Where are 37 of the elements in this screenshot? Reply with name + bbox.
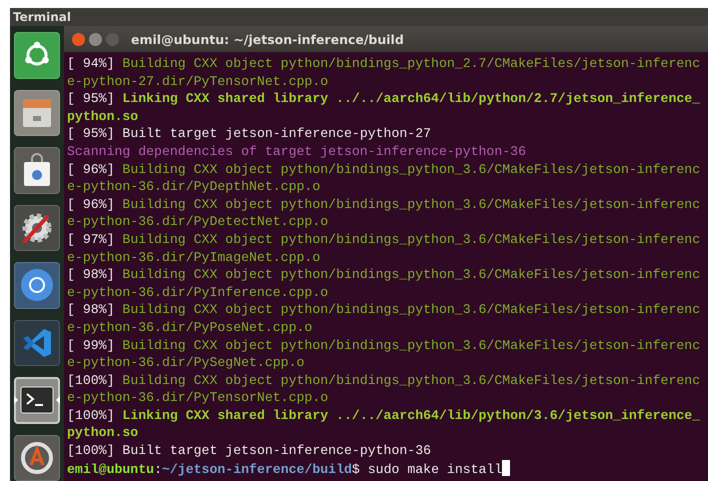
terminal-line: [ 97%] Building CXX object python/bindings_python_3.6/CMakeFiles/jetson-inferenc [67,230,702,249]
terminal-line: e-python-36.dir/PyImageNet.cpp.o [67,248,322,266]
launcher-item[interactable] [14,377,60,424]
shopping-bag-icon [21,153,53,188]
top-panel-title: Terminal [10,8,708,26]
terminal-icon [20,386,54,414]
terminal-line: [ 95%] Built target jetson-inference-python-27 [67,125,432,143]
terminal-line: [ 98%] Building CXX object python/bindings_python_3.6/CMakeFiles/jetson-inferenc [67,266,702,284]
terminal-line: e-python-36.dir/PyPoseNet.cpp.o [67,318,314,336]
terminal-line: e-python-36.dir/PyDepthNet.cpp.o [67,178,322,196]
terminal-line: python.so [67,108,140,126]
terminal-line: [ 96%] Building CXX object python/bindings_python_3.6/CMakeFiles/jetson-inferenc [67,160,702,178]
minimize-button[interactable] [89,32,102,46]
terminal-line: [ 94%] Building CXX object python/bindings_python_2.7/CMakeFiles/jetson-inferenc [67,55,702,73]
terminal-line: e-python-27.dir/PyTensorNet.cpp.o [67,72,330,90]
launcher-item[interactable] [14,204,60,251]
terminal-line: e-python-36.dir/PySegNet.cpp.o [67,354,306,372]
terminal-line: [ 96%] Building CXX object python/bindings_python_3.6/CMakeFiles/jetson-inferenc [67,196,702,214]
launcher-item[interactable] [14,262,60,308]
terminal-line: python.so [67,424,140,442]
terminal-line: [100%] Linking CXX shared library ../../aarch64/lib/python/3.6/jetson_inference_ [67,406,702,424]
terminal-line: e-python-36.dir/PyInference.cpp.o [67,284,330,302]
prompt-line: emil@ubuntu:~/jetson-inference/build$ sudo make install [67,460,708,478]
terminal-line: [100%] Built target jetson-inference-python-36 [67,442,432,460]
terminal-line: e-python-36.dir/PyDetectNet.cpp.o [67,213,330,231]
terminal-line: [100%] Building CXX object python/bindings_python_3.6/CMakeFiles/jetson-inferenc [67,372,702,390]
terminal-line: [ 99%] Building CXX object python/bindings_python_3.6/CMakeFiles/jetson-inferenc [67,336,702,354]
launcher-item[interactable] [14,147,60,194]
terminal-line: e-python-36.dir/PyTensorNet.cpp.o [67,389,330,407]
text-cursor [502,460,510,476]
browser-icon [19,267,55,304]
terminal-line: Scanning dependencies of target jetson-inference-python-36 [67,142,527,161]
window-title: emil@ubuntu: ~/jetson-inference/build [131,32,404,46]
updater-icon [19,440,55,476]
terminal-line: [ 95%] Linking CXX shared library ../../aarch64/lib/python/2.7/jetson_inference_ [67,90,702,108]
close-button[interactable] [72,32,85,46]
terminal-line: [ 98%] Building CXX object python/bindings_python_3.6/CMakeFiles/jetson-inferenc [67,301,702,319]
